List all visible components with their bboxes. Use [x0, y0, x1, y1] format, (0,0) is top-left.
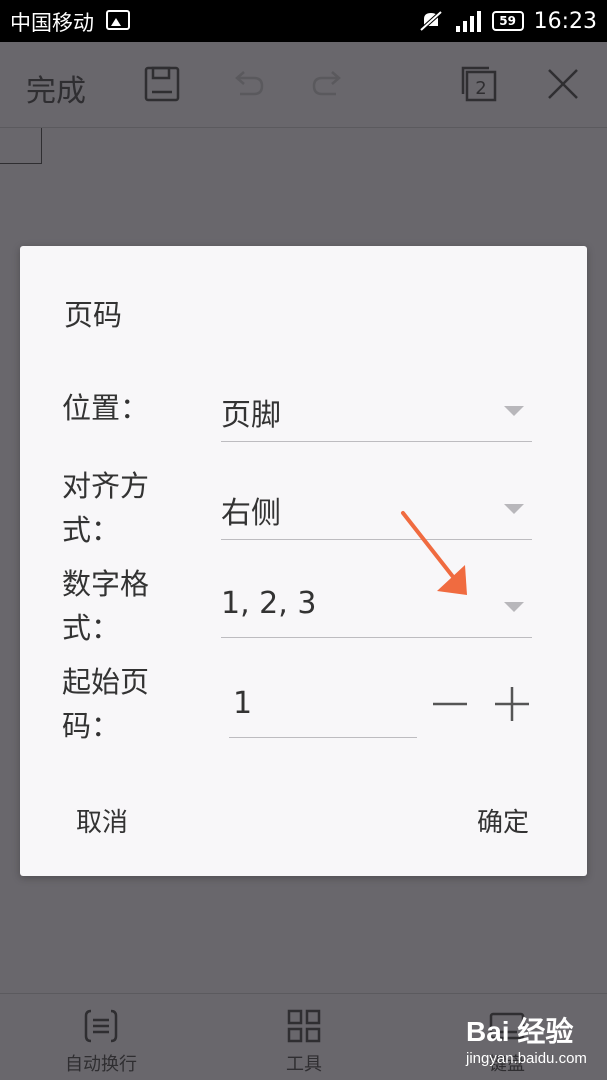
gallery-notification-icon — [106, 10, 130, 30]
number-format-value: 1, 2, 3 — [221, 586, 317, 621]
dropdown-caret-icon — [504, 406, 524, 416]
position-select[interactable]: 页脚 — [221, 384, 532, 442]
number-format-label: 数字格式： — [62, 567, 150, 645]
multi-window-icon[interactable]: 2 — [459, 64, 499, 104]
position-label: 位置： — [62, 391, 150, 425]
decrement-button[interactable] — [430, 684, 470, 724]
signal-icon — [455, 11, 481, 32]
annotation-arrow-icon — [401, 511, 467, 595]
carrier-name: 中国移动 — [10, 11, 94, 35]
start-page-value: 1 — [233, 686, 253, 721]
battery-icon: 59 — [491, 11, 524, 31]
increment-button[interactable] — [492, 684, 532, 724]
watermark-url: jingyan.baidu.com — [466, 1050, 587, 1067]
redo-icon[interactable] — [310, 64, 350, 104]
save-icon[interactable] — [142, 64, 182, 104]
start-page-input[interactable]: 1 — [229, 678, 417, 738]
number-format-select[interactable]: 1, 2, 3 — [221, 580, 532, 638]
done-button[interactable]: 完成 — [26, 66, 86, 110]
page-corner-mark — [0, 128, 42, 164]
dialog-title: 页码 — [64, 298, 123, 332]
ok-button[interactable]: 确定 — [477, 802, 529, 839]
grid-icon — [287, 1009, 321, 1043]
nav-item-wrap-text[interactable]: 自动换行 — [31, 994, 171, 1080]
wrap-text-icon — [84, 1009, 118, 1043]
status-bar: 中国移动 59 16:23 — [0, 0, 607, 42]
nav-label-tools: 工具 — [286, 1054, 322, 1075]
alignment-label: 对齐方式： — [62, 469, 150, 547]
nav-label-wrap-text: 自动换行 — [65, 1054, 137, 1075]
page-number-dialog: 页码 位置： 页脚 对齐方式： 右侧 数字格式： 1, 2, 3 起始页码： 1… — [20, 246, 587, 876]
cancel-button[interactable]: 取消 — [76, 802, 128, 839]
undo-icon[interactable] — [226, 64, 266, 104]
clock: 16:23 — [533, 8, 597, 34]
alignment-value: 右侧 — [221, 496, 281, 531]
dropdown-caret-icon — [504, 602, 524, 612]
baidu-jingyan-watermark: Bai 经验 jingyan.baidu.com — [466, 1010, 606, 1076]
dropdown-caret-icon — [504, 504, 524, 514]
nav-item-tools[interactable]: 工具 — [234, 994, 374, 1080]
window-count: 2 — [475, 78, 486, 99]
mute-icon — [419, 10, 442, 32]
alignment-select[interactable]: 右侧 — [221, 482, 532, 540]
watermark-brand: Bai 经验 — [466, 1016, 574, 1047]
editor-toolbar: 完成 2 — [0, 42, 607, 128]
position-value: 页脚 — [221, 398, 281, 433]
close-icon[interactable] — [543, 64, 583, 104]
start-page-label: 起始页码： — [62, 665, 150, 743]
